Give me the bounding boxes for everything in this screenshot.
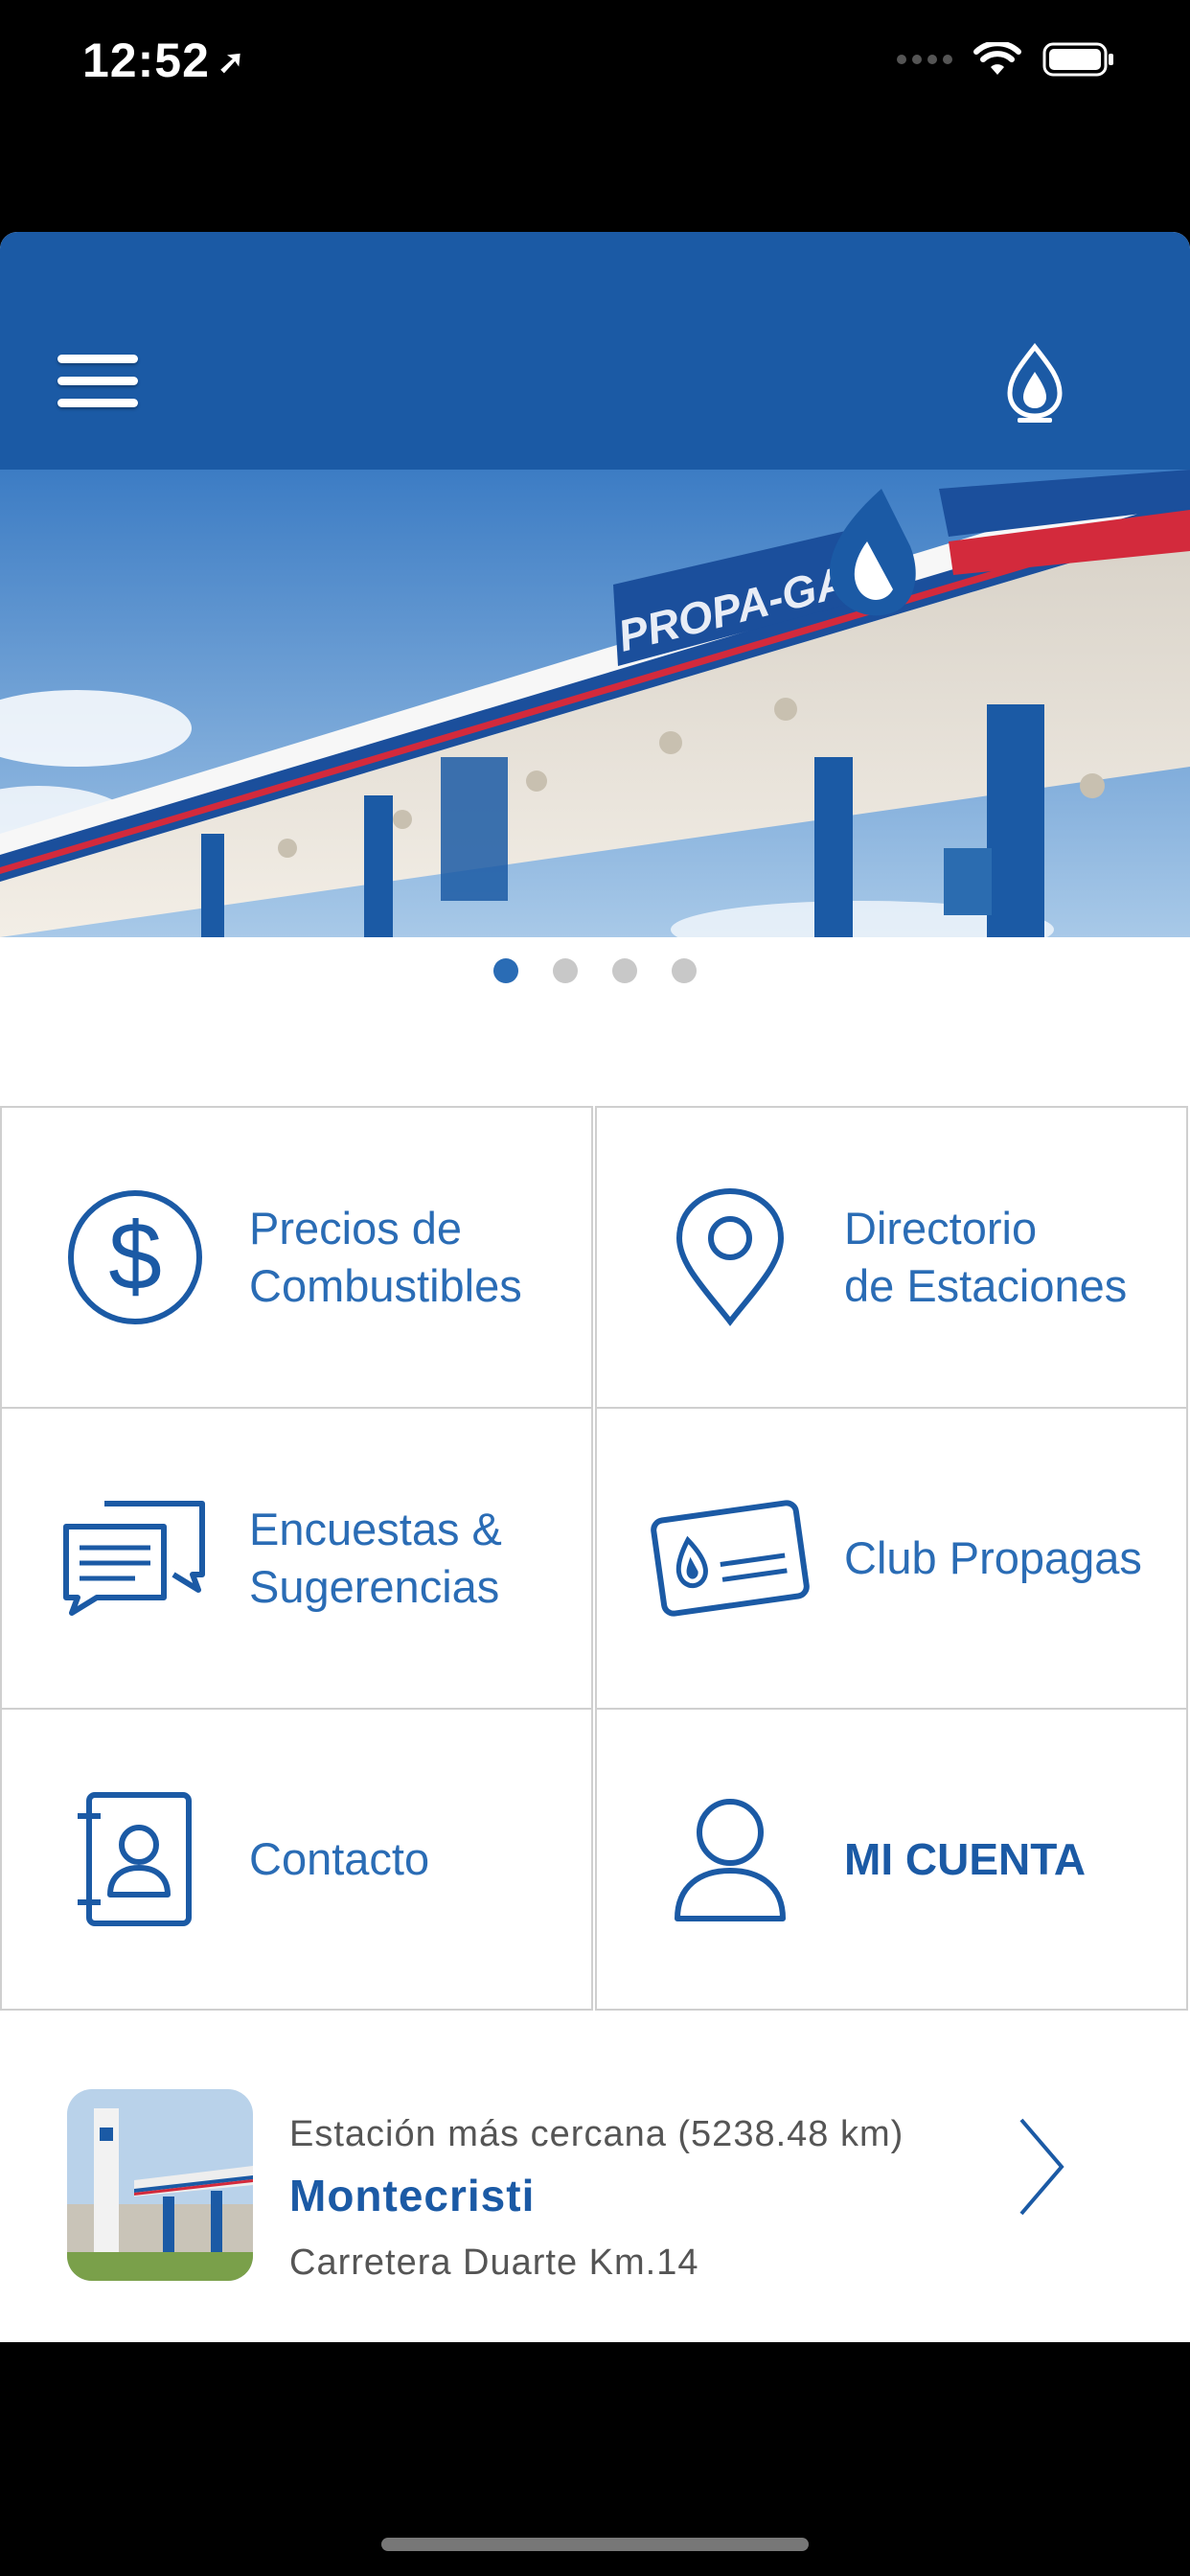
menu-tile-label: Directorio de Estaciones (844, 1203, 1128, 1311)
nearest-station-row[interactable]: Estación más cercana (5238.48 km) Montec… (0, 2020, 1190, 2342)
app-header (0, 232, 1190, 470)
home-indicator[interactable] (381, 2538, 809, 2551)
menu-tile-encuestas[interactable]: Encuestas & Sugerencias (0, 1407, 593, 1710)
status-bar: 12:52 ➚ (0, 0, 1190, 134)
menu-tile-mi-cuenta[interactable]: MI CUENTA (595, 1708, 1188, 2011)
location-pin-icon (649, 1176, 812, 1339)
user-icon (649, 1778, 812, 1941)
menu-tile-club[interactable]: Club Propagas (595, 1407, 1188, 1710)
menu-tile-directorio[interactable]: Directorio de Estaciones (595, 1106, 1188, 1409)
hero-banner-image[interactable]: PROPA-GAS (0, 470, 1190, 937)
menu-tile-label: MI CUENTA (844, 1834, 1087, 1884)
dollar-circle-icon: $ (54, 1176, 217, 1339)
contact-book-icon (54, 1778, 217, 1941)
clock-text: 12:52 (82, 34, 210, 87)
station-name: Montecristi (289, 2171, 536, 2220)
nearest-station-caption: Estación más cercana (5238.48 km) (289, 2114, 904, 2154)
location-arrow-icon: ➚ (217, 44, 246, 80)
gas-station-canopy-photo: PROPA-GAS (0, 470, 1190, 937)
menu-tile-label: Contacto (249, 1833, 430, 1884)
hamburger-menu-icon[interactable] (57, 355, 140, 416)
battery-icon (1042, 42, 1113, 77)
menu-tile-contacto[interactable]: Contacto (0, 1708, 593, 2011)
status-time: 12:52 ➚ (82, 33, 245, 88)
membership-card-icon (649, 1477, 812, 1640)
chevron-right-icon[interactable] (1012, 2114, 1069, 2220)
menu-tile-label: Club Propagas (844, 1532, 1142, 1583)
propagas-flame-icon (1007, 343, 1063, 423)
wifi-icon (973, 42, 1021, 75)
chat-bubbles-icon (54, 1477, 217, 1640)
menu-tile-label: Precios de Combustibles (249, 1203, 522, 1311)
menu-tile-precios[interactable]: $ Precios de Combustibles (0, 1106, 593, 1409)
status-icons (897, 42, 1115, 77)
cellular-signal-icon (897, 55, 952, 64)
svg-text:$: $ (108, 1203, 162, 1310)
menu-grid: $ Precios de Combustibles Directorio de … (0, 874, 1190, 2011)
station-address: Carretera Duarte Km.14 (289, 2242, 699, 2283)
menu-tile-label: Encuestas & Sugerencias (249, 1504, 502, 1612)
station-thumbnail (67, 2089, 253, 2281)
